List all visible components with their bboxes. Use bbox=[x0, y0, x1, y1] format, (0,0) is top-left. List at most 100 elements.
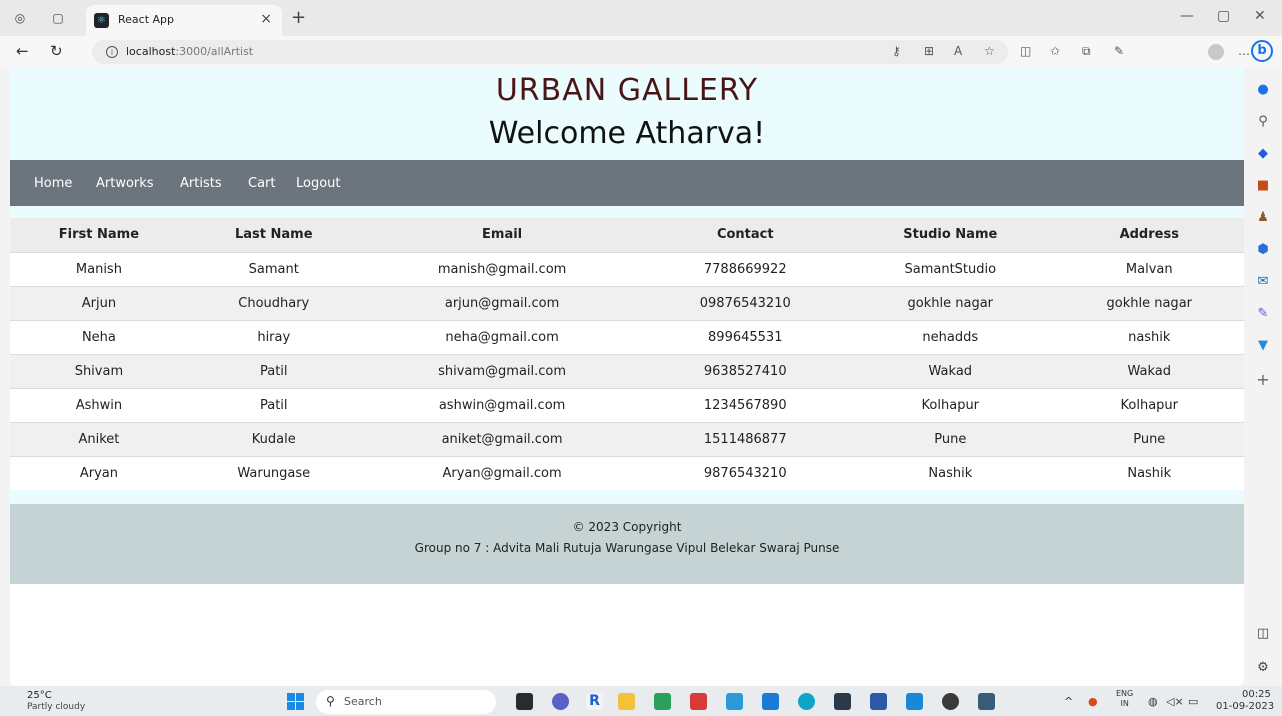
chrome-icon[interactable] bbox=[942, 693, 959, 710]
more-options-icon[interactable]: … bbox=[1238, 44, 1250, 58]
weather-temperature[interactable]: 25°C bbox=[27, 690, 52, 701]
artists-table: First Name Last Name Email Contact Studi… bbox=[10, 218, 1244, 490]
blue-app-icon[interactable] bbox=[726, 693, 743, 710]
taskbar-search[interactable]: ⚲ Search bbox=[316, 690, 496, 714]
r-app-icon[interactable]: R bbox=[586, 693, 603, 710]
windows-taskbar: 25°C Partly cloudy ⚲ Search R ^ ● ENG IN… bbox=[0, 686, 1282, 716]
column-header-email: Email bbox=[359, 218, 645, 252]
clock-time[interactable]: 00:25 bbox=[1242, 689, 1271, 700]
contact-cell: 1511486877 bbox=[644, 421, 847, 456]
studio-name-cell: nehadds bbox=[846, 319, 1055, 354]
notification-bell-icon[interactable]: ● bbox=[1255, 82, 1271, 98]
favorite-star-icon[interactable]: ☆ bbox=[984, 44, 995, 58]
show-hidden-icons-icon[interactable]: ^ bbox=[1064, 695, 1073, 708]
studio-name-cell: gokhle nagar bbox=[846, 285, 1055, 320]
edge-sidebar: ● ⚲ ◆ ■ ♟ ⬢ ✉ ✎ ▼ + ◫ ⚙ bbox=[1244, 68, 1282, 688]
copilot-icon[interactable]: b bbox=[1251, 40, 1273, 62]
tray-app-icon[interactable] bbox=[978, 693, 995, 710]
profile-avatar[interactable] bbox=[1208, 44, 1224, 60]
green-app-icon[interactable] bbox=[654, 693, 671, 710]
word-icon[interactable] bbox=[870, 693, 887, 710]
table-row: Aryan Warungase Aryan@gmail.com 98765432… bbox=[10, 455, 1244, 490]
address-cell: gokhle nagar bbox=[1054, 285, 1244, 320]
nav-logout[interactable]: Logout bbox=[296, 176, 341, 191]
mcafee-icon[interactable] bbox=[690, 693, 707, 710]
column-header-last-name: Last Name bbox=[187, 218, 360, 252]
nav-artists[interactable]: Artists bbox=[180, 176, 222, 191]
shopping-tag-icon[interactable]: ◆ bbox=[1255, 146, 1271, 162]
nav-artworks[interactable]: Artworks bbox=[96, 176, 154, 191]
clock-date[interactable]: 01-09-2023 bbox=[1216, 701, 1274, 712]
file-explorer-icon[interactable] bbox=[618, 693, 635, 710]
react-favicon-icon: ⚛ bbox=[94, 13, 109, 28]
last-name-cell: Patil bbox=[187, 387, 360, 422]
first-name-cell: Ashwin bbox=[10, 387, 188, 422]
drop-icon[interactable]: ▼ bbox=[1255, 338, 1271, 354]
email-cell: manish@gmail.com bbox=[359, 251, 645, 286]
url-bar[interactable]: i localhost:3000/allArtist bbox=[92, 40, 1008, 64]
browser-tab[interactable]: ⚛ React App × bbox=[86, 5, 282, 36]
nav-home[interactable]: Home bbox=[34, 176, 72, 191]
split-screen-icon[interactable]: ◫ bbox=[1020, 44, 1031, 58]
volume-icon[interactable]: ◁× bbox=[1166, 695, 1184, 708]
tab-actions-icon[interactable]: ▢ bbox=[48, 9, 68, 27]
sidebar-layout-icon[interactable]: ◫ bbox=[1255, 626, 1271, 642]
table-row: Shivam Patil shivam@gmail.com 9638527410… bbox=[10, 353, 1244, 388]
mail-icon[interactable] bbox=[762, 693, 779, 710]
last-name-cell: Choudhary bbox=[187, 285, 360, 320]
windows-start-icon[interactable] bbox=[287, 693, 305, 711]
key-icon[interactable]: ⚷ bbox=[892, 44, 901, 58]
nav-cart[interactable]: Cart bbox=[248, 176, 276, 191]
contact-cell: 9638527410 bbox=[644, 353, 847, 388]
tab-close-icon[interactable]: × bbox=[260, 11, 272, 27]
first-name-cell: Aniket bbox=[10, 421, 188, 456]
add-sidebar-app-icon[interactable]: + bbox=[1255, 372, 1271, 388]
column-header-first-name: First Name bbox=[10, 218, 188, 252]
games-icon[interactable]: ♟ bbox=[1255, 210, 1271, 226]
page-viewport: URBAN GALLERY Welcome Atharva! Home Artw… bbox=[10, 68, 1244, 686]
antivirus-icon[interactable]: ● bbox=[1088, 695, 1098, 708]
last-name-cell: Samant bbox=[187, 251, 360, 286]
new-tab-icon[interactable]: + bbox=[291, 7, 306, 28]
collections-icon[interactable]: ⧉ bbox=[1082, 44, 1091, 59]
contact-cell: 09876543210 bbox=[644, 285, 847, 320]
vscode-icon[interactable] bbox=[906, 693, 923, 710]
site-info-icon[interactable]: i bbox=[106, 46, 118, 58]
language-indicator[interactable]: ENG IN bbox=[1116, 689, 1133, 709]
minimize-icon[interactable]: — bbox=[1180, 8, 1194, 24]
task-view-icon[interactable] bbox=[516, 693, 533, 710]
tools-briefcase-icon[interactable]: ■ bbox=[1255, 178, 1271, 194]
email-cell: arjun@gmail.com bbox=[359, 285, 645, 320]
designer-icon[interactable]: ✎ bbox=[1255, 306, 1271, 322]
table-row: Aniket Kudale aniket@gmail.com 151148687… bbox=[10, 421, 1244, 456]
url-text[interactable]: localhost:3000/allArtist bbox=[126, 45, 253, 58]
maximize-icon[interactable]: ▢ bbox=[1217, 8, 1230, 24]
workspaces-icon[interactable]: ◎ bbox=[10, 9, 30, 27]
terminal-icon[interactable] bbox=[834, 693, 851, 710]
network-icon[interactable]: ◍ bbox=[1148, 695, 1158, 708]
extensions-icon[interactable]: ✎ bbox=[1114, 44, 1124, 58]
office-icon[interactable]: ⬢ bbox=[1255, 242, 1271, 258]
close-window-icon[interactable]: ✕ bbox=[1254, 8, 1266, 24]
favorites-icon[interactable]: ✩ bbox=[1050, 44, 1060, 58]
region-code: IN bbox=[1120, 699, 1129, 708]
battery-icon[interactable]: ▭ bbox=[1188, 695, 1198, 708]
refresh-icon[interactable]: ↻ bbox=[50, 42, 63, 60]
table-row: Ashwin Patil ashwin@gmail.com 1234567890… bbox=[10, 387, 1244, 422]
search-sidebar-icon[interactable]: ⚲ bbox=[1255, 114, 1271, 130]
weather-description[interactable]: Partly cloudy bbox=[27, 702, 85, 712]
sidebar-settings-icon[interactable]: ⚙ bbox=[1255, 660, 1271, 676]
url-host: localhost bbox=[126, 45, 176, 58]
address-cell: Pune bbox=[1054, 421, 1244, 456]
back-icon[interactable]: ← bbox=[16, 42, 29, 60]
address-cell: nashik bbox=[1054, 319, 1244, 354]
read-aloud-icon[interactable]: A bbox=[954, 44, 962, 58]
artists-section: First Name Last Name Email Contact Studi… bbox=[10, 206, 1244, 504]
chat-icon[interactable] bbox=[552, 693, 569, 710]
outlook-icon[interactable]: ✉ bbox=[1255, 274, 1271, 290]
app-available-icon[interactable]: ⊞ bbox=[924, 44, 934, 58]
studio-name-cell: Pune bbox=[846, 421, 1055, 456]
contact-cell: 1234567890 bbox=[644, 387, 847, 422]
edge-taskbar-icon[interactable] bbox=[798, 693, 815, 710]
main-navbar: Home Artworks Artists Cart Logout bbox=[10, 160, 1244, 206]
